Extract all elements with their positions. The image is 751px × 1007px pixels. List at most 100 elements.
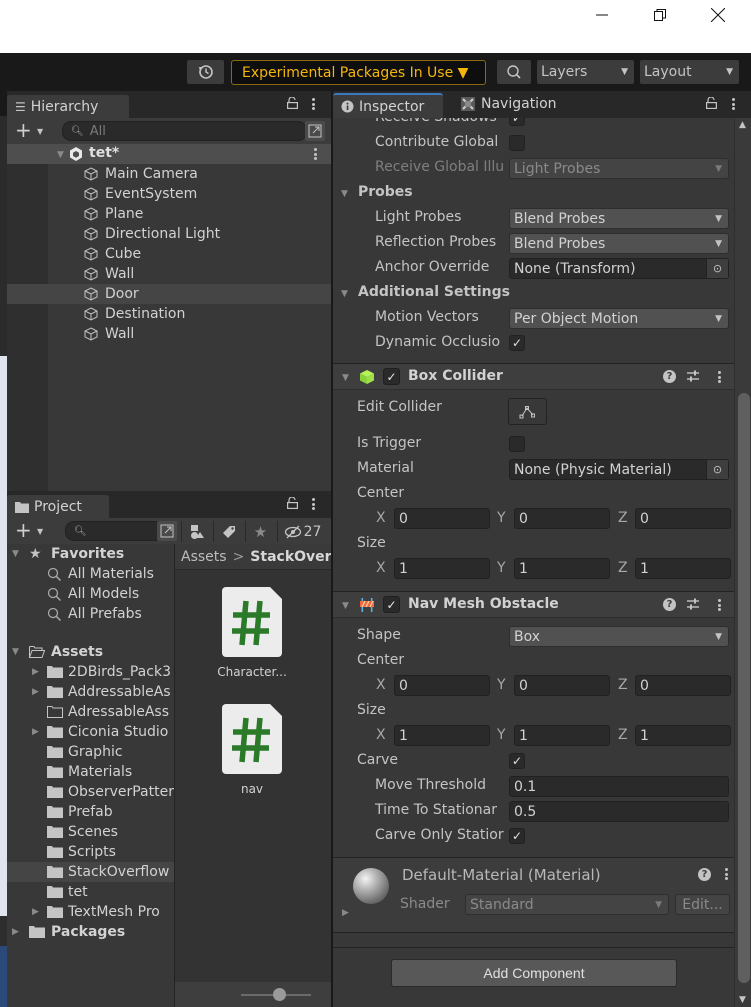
- expand-triangle-icon[interactable]: ▶: [32, 667, 39, 677]
- lock-icon[interactable]: [706, 96, 718, 112]
- layers-dropdown[interactable]: Layers ▼: [537, 60, 634, 84]
- nmo-size-z-field[interactable]: 1: [635, 725, 731, 746]
- asset-folder-item[interactable]: Scripts: [7, 842, 174, 862]
- box-collider-enabled-checkbox[interactable]: ✓: [383, 368, 400, 385]
- hierarchy-item[interactable]: Plane: [7, 204, 331, 224]
- expand-triangle-icon[interactable]: ▶: [32, 727, 39, 737]
- presets-icon[interactable]: [686, 369, 700, 383]
- shader-dropdown[interactable]: Standard ▼: [465, 894, 669, 915]
- asset-folder-item[interactable]: tet: [7, 882, 174, 902]
- box-collider-header[interactable]: ▼ ✓ Box Collider ?: [333, 363, 734, 390]
- breadcrumb-current[interactable]: StackOver: [250, 549, 331, 565]
- component-menu-icon[interactable]: [715, 369, 723, 385]
- object-picker-icon[interactable]: ⊙: [706, 460, 728, 479]
- asset-folder-item[interactable]: ▶ AddressableAs: [7, 682, 174, 702]
- hierarchy-item[interactable]: Destination: [7, 304, 331, 324]
- probes-section-header[interactable]: ▼ Probes: [333, 181, 734, 206]
- close-button[interactable]: [698, 4, 738, 26]
- expand-triangle-icon[interactable]: ▶: [32, 907, 39, 917]
- edit-shader-button[interactable]: Edit...: [675, 894, 730, 915]
- layout-dropdown[interactable]: Layout ▼: [640, 60, 739, 84]
- bc-center-x-field[interactable]: 0: [394, 508, 490, 529]
- scroll-up-icon[interactable]: ▲: [739, 120, 746, 130]
- create-button[interactable]: +: [15, 120, 32, 140]
- edit-collider-button[interactable]: [508, 398, 547, 425]
- favorite-item[interactable]: All Models: [7, 584, 174, 604]
- light-probes-dropdown[interactable]: Blend Probes ▼: [509, 208, 729, 229]
- bc-size-y-field[interactable]: 1: [514, 558, 610, 579]
- experimental-packages-dropdown[interactable]: Experimental Packages In Use ▼: [231, 60, 486, 85]
- contribute-global-checkbox[interactable]: [509, 135, 525, 151]
- help-icon[interactable]: ?: [698, 868, 711, 881]
- packages-row[interactable]: ▶ Packages: [7, 922, 174, 942]
- assets-row[interactable]: ▼ Assets: [7, 642, 174, 662]
- expand-triangle-icon[interactable]: ▼: [341, 289, 348, 299]
- tab-inspector[interactable]: Inspector: [333, 93, 443, 118]
- inspector-menu-icon[interactable]: [729, 96, 737, 112]
- receive-shadows-checkbox[interactable]: ✓: [509, 118, 525, 126]
- hierarchy-item[interactable]: EventSystem: [7, 184, 331, 204]
- chevron-down-icon[interactable]: ▼: [37, 127, 43, 136]
- expand-triangle-icon[interactable]: ▶: [12, 927, 19, 937]
- bc-size-x-field[interactable]: 1: [394, 558, 490, 579]
- nav-mesh-obstacle-enabled-checkbox[interactable]: ✓: [383, 596, 400, 613]
- bc-center-z-field[interactable]: 0: [635, 508, 731, 529]
- asset-folder-item[interactable]: Graphic: [7, 742, 174, 762]
- asset-folder-item[interactable]: ▶ 2DBirds_Pack3: [7, 662, 174, 682]
- asset-folder-item[interactable]: Materials: [7, 762, 174, 782]
- asset-folder-item[interactable]: Prefab: [7, 802, 174, 822]
- additional-settings-header[interactable]: ▼ Additional Settings: [333, 281, 734, 306]
- expand-triangle-icon[interactable]: ▼: [342, 373, 349, 383]
- nav-mesh-obstacle-header[interactable]: ▼ ✓ Nav Mesh Obstacle ?: [333, 591, 734, 618]
- shape-dropdown[interactable]: Box ▼: [509, 626, 729, 647]
- inspector-scrollbar[interactable]: ▲ ▼: [734, 118, 751, 1007]
- is-trigger-checkbox[interactable]: [509, 436, 525, 452]
- scene-menu-icon[interactable]: [311, 146, 319, 162]
- hierarchy-item[interactable]: Cube: [7, 244, 331, 264]
- tab-project[interactable]: Project: [7, 495, 109, 518]
- physic-material-field[interactable]: None (Physic Material) ⊙: [509, 459, 729, 480]
- create-asset-button[interactable]: +: [15, 520, 32, 540]
- minimize-button[interactable]: [582, 4, 622, 26]
- asset-folder-item[interactable]: ▶ TextMesh Pro: [7, 902, 174, 922]
- project-search-input[interactable]: 🔍︎: [65, 521, 165, 541]
- hierarchy-item[interactable]: Main Camera: [7, 164, 331, 184]
- favorites-button[interactable]: ★: [245, 521, 275, 542]
- favorites-row[interactable]: ▼ ★ Favorites: [7, 544, 174, 564]
- carve-only-stationary-checkbox[interactable]: ✓: [509, 828, 525, 844]
- tab-navigation[interactable]: Navigation: [461, 96, 557, 112]
- favorite-item[interactable]: All Materials: [7, 564, 174, 584]
- breadcrumb-root[interactable]: Assets: [181, 549, 227, 565]
- search-by-type-button[interactable]: [181, 521, 211, 542]
- reflection-probes-dropdown[interactable]: Blend Probes ▼: [509, 233, 729, 254]
- dynamic-occlusion-checkbox[interactable]: ✓: [509, 335, 525, 351]
- expand-triangle-icon[interactable]: ▼: [57, 150, 64, 160]
- asset-folder-item[interactable]: ObserverPatter: [7, 782, 174, 802]
- hidden-packages-button[interactable]: 27: [277, 521, 327, 542]
- nmo-size-y-field[interactable]: 1: [514, 725, 610, 746]
- asset-folder-item[interactable]: AdressableAss: [7, 702, 174, 722]
- hierarchy-item[interactable]: Wall: [7, 264, 331, 284]
- anchor-override-field[interactable]: None (Transform) ⊙: [509, 258, 729, 279]
- move-threshold-field[interactable]: 0.1: [509, 776, 729, 797]
- component-menu-icon[interactable]: [715, 597, 723, 613]
- search-scope-button[interactable]: [305, 121, 325, 141]
- search-scope-button[interactable]: [157, 521, 177, 541]
- asset-folder-item[interactable]: ▶ Ciconia Studio: [7, 722, 174, 742]
- asset-folder-item[interactable]: Scenes: [7, 822, 174, 842]
- icon-size-slider-handle[interactable]: [273, 988, 286, 1001]
- expand-triangle-icon[interactable]: ▼: [12, 549, 19, 559]
- hierarchy-search-input[interactable]: 🔍︎ All: [62, 121, 307, 141]
- scroll-down-icon[interactable]: ▼: [739, 995, 746, 1005]
- expand-triangle-icon[interactable]: ▼: [12, 647, 19, 657]
- restore-button[interactable]: [640, 4, 680, 26]
- nmo-center-y-field[interactable]: 0: [514, 675, 610, 696]
- nmo-size-x-field[interactable]: 1: [394, 725, 490, 746]
- help-icon[interactable]: ?: [663, 370, 676, 383]
- favorite-item[interactable]: All Prefabs: [7, 604, 174, 624]
- expand-triangle-icon[interactable]: ▼: [342, 601, 349, 611]
- search-button[interactable]: [497, 60, 531, 84]
- tab-hierarchy[interactable]: ☰ Hierarchy: [7, 95, 129, 118]
- lock-icon[interactable]: [287, 496, 299, 512]
- presets-icon[interactable]: [686, 597, 700, 611]
